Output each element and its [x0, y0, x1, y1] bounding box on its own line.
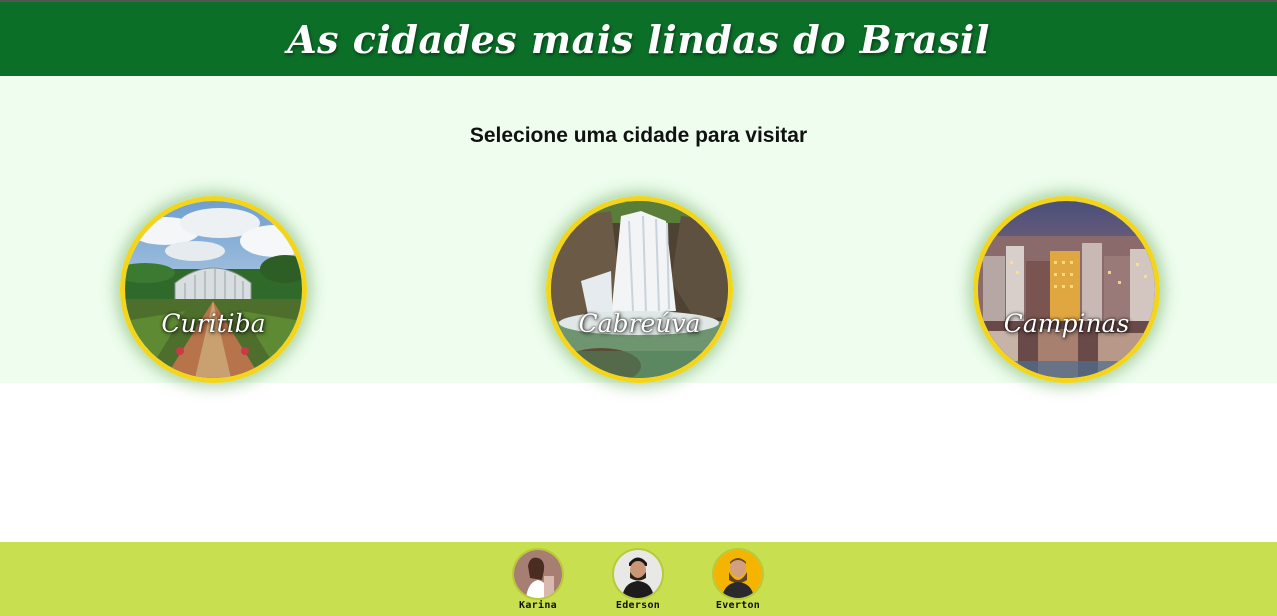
- city-name-cabreuva: Cabreúva: [578, 309, 701, 338]
- city-name-curitiba: Curitiba: [161, 309, 266, 338]
- curitiba-photo: [125, 201, 302, 378]
- member-name-everton: Everton: [715, 600, 761, 611]
- avatar-karina: [512, 548, 564, 600]
- city-card-curitiba[interactable]: Curitiba: [120, 196, 307, 383]
- select-city-prompt: Selecione uma cidade para visitar: [469, 124, 808, 147]
- cabreuva-photo: [551, 201, 728, 378]
- city-card-cabreuva[interactable]: Cabreúva: [546, 196, 733, 383]
- city-name-campinas: Campinas: [1003, 309, 1130, 338]
- site-header: As cidades mais lindas do Brasil: [0, 2, 1277, 76]
- member-name-karina: Karina: [519, 600, 557, 611]
- city-selection-section: Selecione uma cidade para visitar Curiti…: [0, 76, 1277, 383]
- avatar-everton: [712, 548, 764, 600]
- campinas-photo: [978, 201, 1155, 378]
- member-ederson[interactable]: Ederson: [608, 548, 668, 611]
- member-name-ederson: Ederson: [615, 600, 661, 611]
- member-karina[interactable]: Karina: [508, 548, 568, 611]
- site-title: As cidades mais lindas do Brasil: [287, 16, 990, 62]
- site-footer: Karina Ederson Everton: [0, 542, 1277, 616]
- city-card-campinas[interactable]: Campinas: [973, 196, 1160, 383]
- member-everton[interactable]: Everton: [708, 548, 768, 611]
- avatar-ederson: [612, 548, 664, 600]
